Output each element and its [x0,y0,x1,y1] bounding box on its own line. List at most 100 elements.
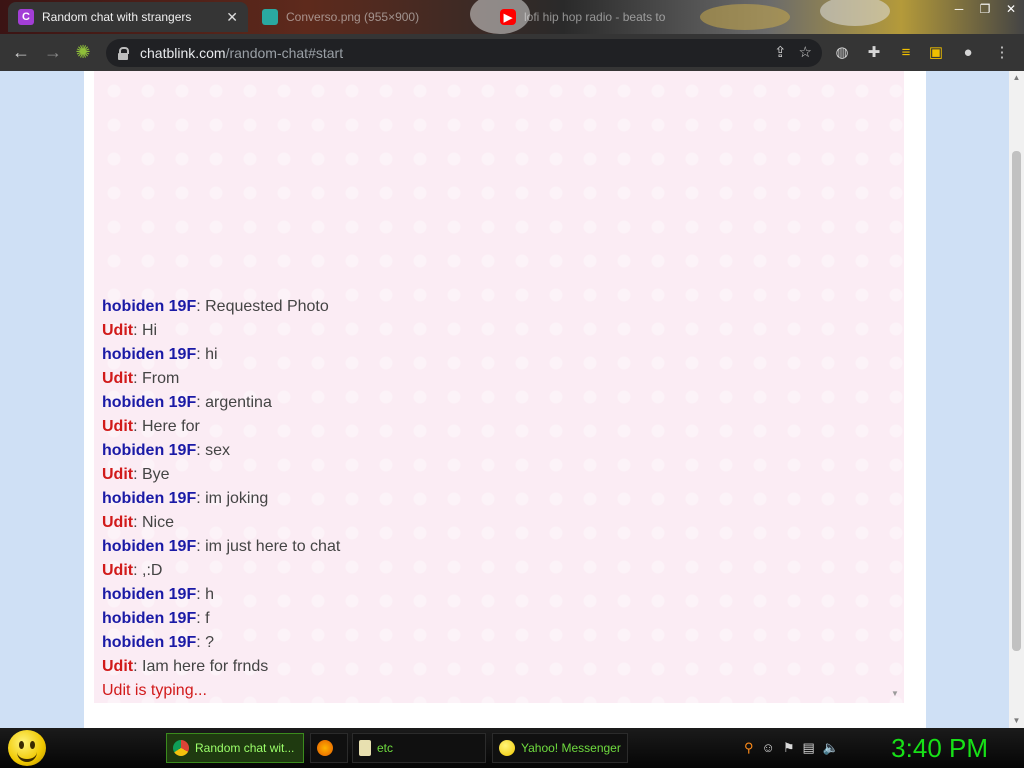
chat-message: hobiden 19F: f [102,607,892,631]
close-window-icon[interactable]: ✕ [998,0,1024,20]
chrome-icon [173,740,189,756]
scroll-down-icon[interactable]: ▼ [1009,714,1024,728]
extension-badge-icon[interactable]: ✺ [72,42,94,64]
youtube-favicon-icon: ▶ [500,9,516,25]
chat-sender-name: Udit [102,322,134,339]
chat-message: Udit: From [102,367,892,391]
chat-sender-name: Udit [102,466,134,483]
taskbar-label: etc [377,741,394,755]
chat-message-text: : im just here to chat [196,538,341,555]
chat-message: Udit: Here for [102,415,892,439]
chat-message: Udit: Nice [102,511,892,535]
media-queue-icon[interactable]: ≡ [896,43,916,63]
url-host: chatblink.com [140,45,226,61]
start-smiley-icon[interactable] [8,730,46,766]
chat-message-text: : argentina [196,394,272,411]
typing-indicator: Udit is typing... [102,682,207,699]
yahoo-messenger-icon [499,740,515,756]
chat-sender-name: hobiden 19F [102,634,197,651]
share-icon[interactable]: ⇪ [774,43,787,61]
firefox-icon [317,740,333,756]
chat-messages: hobiden 19F: Requested Photo Udit: Hi hobi… [102,295,892,703]
messenger-tray-icon[interactable]: ☺ [762,740,775,756]
chat-sender-name: Udit [102,370,134,387]
taskbar-yahoo-messenger-button[interactable]: Yahoo! Messenger [492,733,628,763]
chat-message: Udit: Hi [102,319,892,343]
chat-scroll-down-icon[interactable]: ▼ [890,689,900,703]
tab-close-icon[interactable]: ✕ [226,9,238,26]
chat-message: hobiden 19F: im joking [102,487,892,511]
chat-sender-name: hobiden 19F [102,442,197,459]
window-controls: ─ ❐ ✕ [946,0,1024,20]
chat-message: hobiden 19F: sex [102,439,892,463]
network-icon[interactable]: ▤ [802,740,814,756]
chat-message-text: : Iam here for frnds [133,658,269,675]
chat-message-text: : Requested Photo [196,298,329,315]
taskbar-clock[interactable]: 3:40 PM [891,732,988,764]
restore-icon[interactable]: ❐ [972,0,998,20]
chat-message-text: : Nice [133,514,175,531]
chat-sender-name: hobiden 19F [102,346,197,363]
chat-message-text: : ? [196,634,215,651]
taskbar-firefox-button[interactable] [310,733,348,763]
chat-message: Udit: Bye [102,463,892,487]
chat-message-text: : sex [196,442,231,459]
search-icon[interactable]: ⚲ [744,740,754,756]
chat-log[interactable]: hobiden 19F: Requested Photo Udit: Hi hobi… [94,71,904,703]
system-tray: ⚲ ☺ ⚑ ▤ 🔈 [744,740,839,756]
scroll-thumb[interactable] [1012,151,1021,651]
browser-tab-strip: C Random chat with strangers ✕ Converso.… [0,0,1024,34]
side-panel-icon[interactable]: ▣ [926,43,946,63]
extensions-puzzle-icon[interactable]: ✚ [864,43,884,63]
chat-sender-name: hobiden 19F [102,394,197,411]
taskbar-folder-button[interactable]: etc [352,733,486,763]
volume-icon[interactable]: 🔈 [823,740,839,756]
page-background: hobiden 19F: Requested Photo Udit: Hi hobi… [0,71,1009,728]
taskbar-label: Random chat wit... [195,741,295,755]
chat-message-text: : Bye [133,466,170,483]
chat-message: hobiden 19F: argentina [102,391,892,415]
chat-message: hobiden 19F: im just here to chat [102,535,892,559]
tab-title: Random chat with strangers [42,10,192,24]
tab-title: Converso.png (955×900) [286,10,420,24]
chat-sender-name: hobiden 19F [102,538,197,555]
menu-kebab-icon[interactable]: ⋮ [992,43,1012,63]
chat-sender-name: hobiden 19F [102,298,197,315]
page-scrollbar[interactable]: ▲ ▼ [1009,71,1024,728]
chat-message-text: : ,:D [133,562,163,579]
tab-image[interactable]: Converso.png (955×900) [252,2,484,32]
chat-message: hobiden 19F: hi [102,343,892,367]
scroll-up-icon[interactable]: ▲ [1009,71,1024,85]
browser-toolbar: ← → ✺ chatblink.com/random-chat#start ⇪ … [0,34,1024,72]
bookmark-star-icon[interactable]: ☆ [799,43,812,61]
chat-message-text: : f [196,610,210,627]
tab-random-chat[interactable]: C Random chat with strangers ✕ [8,2,248,32]
profile-flag-icon[interactable]: ◍ [832,43,852,63]
chat-sender-name: Udit [102,658,134,675]
address-bar[interactable]: chatblink.com/random-chat#start ⇪ ☆ [106,39,822,67]
tab-youtube[interactable]: ▶ lofi hip hop radio - beats to [490,2,690,32]
chatblink-favicon-icon: C [18,9,34,25]
flag-icon[interactable]: ⚑ [783,740,795,756]
tab-title: lofi hip hop radio - beats to [524,10,666,24]
minimize-icon[interactable]: ─ [946,0,972,20]
chat-message: Udit: Iam here for frnds [102,655,892,679]
taskbar-chrome-button[interactable]: Random chat wit... [166,733,304,763]
url-path: /random-chat#start [225,45,344,61]
profile-avatar-icon[interactable]: ● [958,43,978,63]
folder-icon [359,740,371,756]
wallpaper-splat [820,0,890,26]
chat-message-text: : Here for [133,418,200,435]
forward-arrow-icon[interactable]: → [42,42,64,64]
image-favicon-icon [262,9,278,25]
chat-sender-name: hobiden 19F [102,610,197,627]
chat-message: Udit: ,:D [102,559,892,583]
chat-message-text: : Hi [133,322,158,339]
chat-message-text: : h [196,586,215,603]
chat-sender-name: Udit [102,562,134,579]
chat-message-text: : From [133,370,180,387]
chat-message: hobiden 19F: ? [102,631,892,655]
back-arrow-icon[interactable]: ← [10,42,32,64]
wallpaper-splat [700,4,790,30]
chat-message: hobiden 19F: Requested Photo [102,295,892,319]
